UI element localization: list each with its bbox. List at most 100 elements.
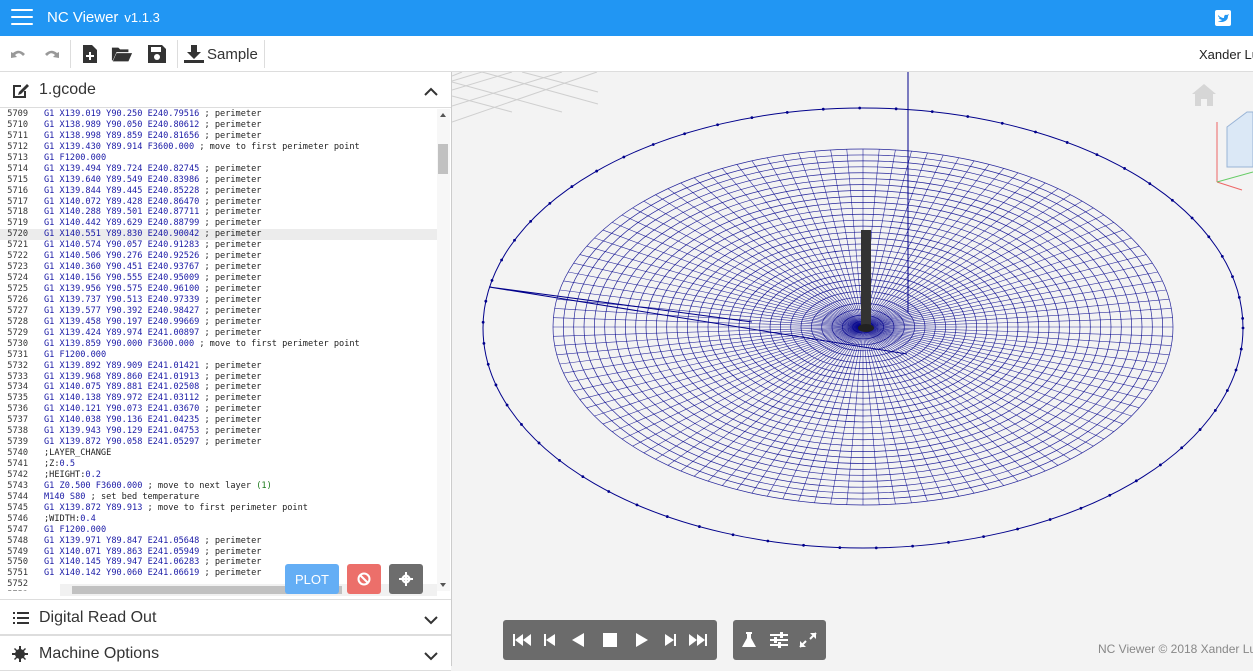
code-line[interactable]: 5744 M140 S80 ; set bed temperature: [0, 492, 437, 503]
code-line[interactable]: 5717 G1 X140.072 Y89.428 E240.86470 ; per…: [0, 197, 437, 208]
open-folder-icon[interactable]: [111, 44, 133, 64]
hamburger-menu-icon[interactable]: [11, 9, 33, 27]
code-line[interactable]: 5714 G1 X139.494 Y89.724 E240.82745 ; per…: [0, 164, 437, 175]
code-line[interactable]: 5712 G1 X139.430 Y89.914 F3600.000 ; move…: [0, 142, 437, 153]
code-line[interactable]: 5718 G1 X140.288 Y89.501 E240.87711 ; per…: [0, 207, 437, 218]
code-line[interactable]: 5739 G1 X139.872 Y90.058 E241.05297 ; per…: [0, 437, 437, 448]
code-line[interactable]: 5721 G1 X140.574 Y90.057 E240.91283 ; per…: [0, 240, 437, 251]
toolpath-canvas[interactable]: [452, 72, 1253, 666]
gear-icon: [12, 646, 30, 662]
line-number: 5727: [7, 305, 28, 316]
redo-icon[interactable]: [40, 44, 62, 64]
code-line[interactable]: 5711 G1 X138.998 Y89.859 E240.81656 ; per…: [0, 131, 437, 142]
code-line[interactable]: 5733 G1 X139.968 Y89.860 E241.01913 ; per…: [0, 372, 437, 383]
scroll-down-arrow-icon[interactable]: [440, 583, 446, 587]
fullscreen-icon[interactable]: [797, 630, 819, 650]
line-number: 5726: [7, 294, 28, 305]
stop-icon[interactable]: [599, 630, 621, 650]
code-line[interactable]: 5723 G1 X140.360 Y90.451 E240.93767 ; per…: [0, 262, 437, 273]
skip-to-end-icon[interactable]: [687, 630, 709, 650]
code-line[interactable]: 5743 G1 Z0.500 F3600.000 ; move to next l…: [0, 481, 437, 492]
code-line[interactable]: 5748 G1 X139.971 Y89.847 E241.05648 ; per…: [0, 536, 437, 547]
code-line[interactable]: 5747 G1 F1200.000: [0, 525, 437, 536]
code-line[interactable]: 5716 G1 X139.844 Y89.445 E240.85228 ; per…: [0, 186, 437, 197]
code-line[interactable]: 5728 G1 X139.458 Y90.197 E240.99669 ; per…: [0, 317, 437, 328]
playback-controls: [503, 620, 717, 660]
code-line[interactable]: 5730 G1 X139.859 Y90.000 F3600.000 ; move…: [0, 339, 437, 350]
code-text: G1 X139.494 Y89.724 E240.82745 ; perimet…: [44, 163, 262, 174]
code-line[interactable]: 5709 G1 X139.019 Y90.250 E240.79516 ; per…: [0, 109, 437, 120]
code-line[interactable]: 5740 ;LAYER_CHANGE: [0, 448, 437, 459]
toolpath-viewer[interactable]: [452, 72, 1253, 666]
editor-vertical-scrollbar[interactable]: [437, 109, 450, 591]
code-line[interactable]: 5742 ;HEIGHT:0.2: [0, 470, 437, 481]
code-line[interactable]: 5738 G1 X139.943 Y90.129 E241.04753 ; per…: [0, 426, 437, 437]
code-line[interactable]: 5719 G1 X140.442 Y89.629 E240.88799 ; per…: [0, 218, 437, 229]
code-line[interactable]: 5722 G1 X140.506 Y90.276 E240.92526 ; per…: [0, 251, 437, 262]
undo-icon[interactable]: [8, 44, 30, 64]
new-file-icon[interactable]: [79, 44, 101, 64]
code-line[interactable]: 5734 G1 X140.075 Y89.881 E241.02508 ; per…: [0, 382, 437, 393]
code-line[interactable]: 5735 G1 X140.138 Y89.972 E241.03112 ; per…: [0, 393, 437, 404]
code-text: ;HEIGHT:0.2: [44, 469, 101, 480]
sample-button[interactable]: Sample: [207, 46, 258, 63]
toolpath-drawing: [481, 72, 1245, 550]
skip-to-start-icon[interactable]: [511, 630, 533, 650]
code-line[interactable]: 5741 ;Z:0.5: [0, 459, 437, 470]
sliders-icon[interactable]: [768, 630, 790, 650]
file-panel-header[interactable]: 1.gcode: [0, 72, 451, 108]
code-line[interactable]: 5725 G1 X139.956 Y90.575 E240.96100 ; per…: [0, 284, 437, 295]
play-icon[interactable]: [631, 630, 653, 650]
chevron-down-icon[interactable]: [424, 612, 438, 625]
plot-button[interactable]: PLOT: [285, 564, 339, 594]
code-line[interactable]: 5745 G1 X139.872 Y89.913 ; move to first …: [0, 503, 437, 514]
app-bar: NC Viewer v1.1.3: [0, 0, 1253, 36]
line-number: 5746: [7, 513, 28, 524]
play-reverse-icon[interactable]: [567, 630, 589, 650]
chevron-up-icon[interactable]: [424, 84, 438, 96]
code-line[interactable]: 5720 G1 X140.551 Y89.830 E240.90042 ; per…: [0, 229, 437, 241]
code-line[interactable]: 5729 G1 X139.424 Y89.974 E241.00897 ; per…: [0, 328, 437, 339]
dro-panel-header[interactable]: Digital Read Out: [0, 599, 451, 635]
code-line[interactable]: 5731 G1 F1200.000: [0, 350, 437, 361]
code-line[interactable]: 5726 G1 X139.737 Y90.513 E240.97339 ; per…: [0, 295, 437, 306]
user-name[interactable]: Xander Lu: [1199, 47, 1253, 62]
code-text: G1 X140.551 Y89.830 E240.90042 ; perimet…: [44, 229, 262, 240]
code-text: G1 X139.943 Y90.129 E241.04753 ; perimet…: [44, 426, 262, 437]
code-line[interactable]: 5727 G1 X139.577 Y90.392 E240.98427 ; per…: [0, 306, 437, 317]
code-line[interactable]: 5732 G1 X139.892 Y89.909 E241.01421 ; per…: [0, 361, 437, 372]
view-cube[interactable]: [1216, 111, 1253, 191]
line-number: 5753: [0, 590, 44, 591]
scroll-up-arrow-icon[interactable]: [440, 113, 446, 117]
download-icon[interactable]: [183, 44, 205, 64]
code-line[interactable]: 5724 G1 X140.156 Y90.555 E240.95009 ; per…: [0, 273, 437, 284]
code-line[interactable]: 5710 G1 X138.989 Y90.050 E240.80612 ; per…: [0, 120, 437, 131]
code-line[interactable]: 5749 G1 X140.071 Y89.863 E241.05949 ; per…: [0, 547, 437, 558]
code-text: G1 X140.574 Y90.057 E240.91283 ; perimet…: [44, 240, 262, 251]
settings-button[interactable]: [389, 564, 423, 594]
code-line[interactable]: 5713 G1 F1200.000: [0, 153, 437, 164]
cancel-plot-button[interactable]: [347, 564, 381, 594]
code-line[interactable]: 5737 G1 X140.038 Y90.136 E241.04235 ; per…: [0, 415, 437, 426]
app-version: v1.1.3: [124, 10, 160, 25]
step-forward-icon[interactable]: [659, 630, 681, 650]
code-text: G1 X139.640 Y89.549 E240.83986 ; perimet…: [44, 174, 262, 185]
toolbar-divider: [177, 40, 178, 68]
home-icon[interactable]: [1192, 84, 1216, 106]
code-line[interactable]: 5715 G1 X139.640 Y89.549 E240.83986 ; per…: [0, 175, 437, 186]
code-text: G1 X138.998 Y89.859 E240.81656 ; perimet…: [44, 130, 262, 141]
save-icon[interactable]: [146, 44, 168, 64]
line-number: 5712: [7, 141, 28, 152]
chevron-down-icon[interactable]: [424, 648, 438, 661]
code-line[interactable]: 5746 ;WIDTH:0.4: [0, 514, 437, 525]
twitter-icon[interactable]: [1215, 10, 1231, 26]
code-text: G1 X140.071 Y89.863 E241.05949 ; perimet…: [44, 546, 262, 557]
code-text: G1 X140.142 Y90.060 E241.06619 ; perimet…: [44, 568, 262, 579]
scroll-thumb[interactable]: [438, 144, 448, 174]
line-number: 5717: [7, 196, 28, 207]
flask-icon[interactable]: [738, 630, 760, 650]
line-number: 5718: [7, 207, 28, 218]
gcode-editor[interactable]: 5709 G1 X139.019 Y90.250 E240.79516 ; per…: [0, 109, 437, 591]
code-line[interactable]: 5736 G1 X140.121 Y90.073 E241.03670 ; per…: [0, 404, 437, 415]
step-back-icon[interactable]: [539, 630, 561, 650]
